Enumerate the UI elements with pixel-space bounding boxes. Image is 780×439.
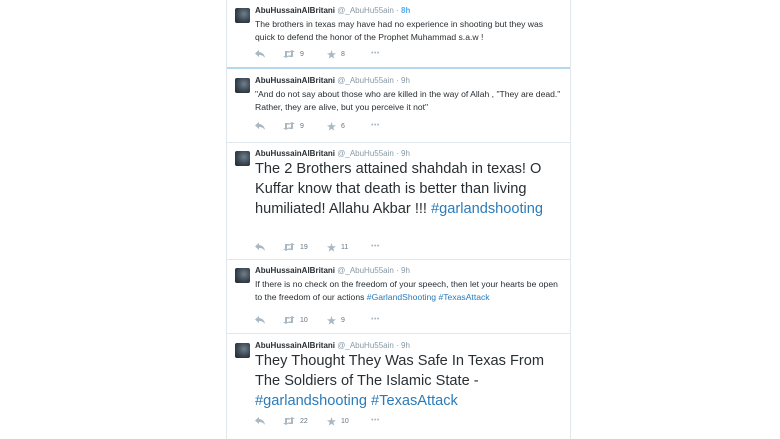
reply-button[interactable] — [255, 122, 265, 130]
author-fullname[interactable]: AbuHussainAlBritani — [255, 76, 335, 85]
author-fullname[interactable]: AbuHussainAlBritani — [255, 6, 335, 15]
favorite-button[interactable]: 6 — [327, 122, 345, 131]
star-icon — [327, 243, 336, 252]
favorite-button[interactable]: 8 — [327, 50, 345, 59]
tweet-timeline: AbuHussainAlBritani @_AbuHu55ain · 8h Th… — [226, 0, 571, 439]
avatar[interactable] — [235, 8, 250, 23]
hashtag-link[interactable]: #TexasAttack — [371, 393, 458, 409]
hashtag-link[interactable]: #garlandshooting — [255, 393, 367, 409]
retweet-button[interactable]: 9 — [283, 122, 304, 130]
retweet-count: 22 — [300, 417, 308, 425]
retweet-icon — [283, 316, 295, 324]
reply-icon — [255, 50, 265, 58]
retweet-count: 19 — [300, 243, 308, 251]
reply-button[interactable] — [255, 316, 265, 324]
tweet[interactable]: AbuHussainAlBritani @_AbuHu55ain · 9h "A… — [227, 70, 570, 143]
avatar[interactable] — [235, 343, 250, 358]
hashtag-link[interactable]: #garlandshooting — [431, 201, 543, 217]
star-icon — [327, 316, 336, 325]
author-username[interactable]: @_AbuHu55ain — [337, 6, 394, 15]
retweet-count: 9 — [300, 122, 304, 130]
retweet-icon — [283, 417, 295, 425]
author-username[interactable]: @_AbuHu55ain — [337, 76, 394, 85]
avatar[interactable] — [235, 78, 250, 93]
retweet-icon — [283, 243, 295, 251]
tweet-text: The brothers in texas may have had no ex… — [255, 18, 565, 43]
separator-dot: · — [396, 76, 399, 85]
author-fullname[interactable]: AbuHussainAlBritani — [255, 149, 335, 158]
tweet-timestamp[interactable]: 9h — [401, 266, 410, 275]
favorite-count: 11 — [341, 244, 349, 251]
tweet[interactable]: AbuHussainAlBritani @_AbuHu55ain · 9h If… — [227, 260, 570, 334]
reply-button[interactable] — [255, 243, 265, 251]
tweet-header: AbuHussainAlBritani @_AbuHu55ain · 8h — [255, 5, 410, 16]
tweet-text-segment: "And do not say about those who are kill… — [255, 89, 561, 112]
tweet-text: They Thought They Was Safe In Texas From… — [255, 351, 565, 411]
more-options-icon[interactable]: ••• — [371, 417, 380, 424]
avatar[interactable] — [235, 151, 250, 166]
separator-dot: · — [396, 266, 399, 275]
author-fullname[interactable]: AbuHussainAlBritani — [255, 341, 335, 350]
retweet-count: 9 — [300, 50, 304, 58]
tweet-header: AbuHussainAlBritani @_AbuHu55ain · 9h — [255, 148, 410, 159]
reply-icon — [255, 417, 265, 425]
retweet-count: 10 — [300, 316, 308, 324]
more-options-icon[interactable]: ••• — [371, 50, 380, 57]
retweet-button[interactable]: 10 — [283, 316, 308, 324]
favorite-button[interactable]: 11 — [327, 243, 348, 252]
favorite-count: 6 — [341, 123, 345, 130]
tweet-timestamp[interactable]: 8h — [401, 6, 410, 15]
tweet-text: The 2 Brothers attained shahdah in texas… — [255, 159, 565, 219]
hashtag-link[interactable]: #TexasAttack — [438, 292, 489, 302]
avatar[interactable] — [235, 268, 250, 283]
tweet-text: "And do not say about those who are kill… — [255, 88, 565, 113]
reply-button[interactable] — [255, 50, 265, 58]
star-icon — [327, 50, 336, 59]
favorite-button[interactable]: 9 — [327, 316, 345, 325]
separator-dot: · — [396, 341, 399, 350]
more-options-icon[interactable]: ••• — [371, 122, 380, 129]
more-options-icon[interactable]: ••• — [371, 316, 380, 323]
reply-icon — [255, 243, 265, 251]
tweet-timestamp[interactable]: 9h — [401, 341, 410, 350]
author-username[interactable]: @_AbuHu55ain — [337, 266, 394, 275]
favorite-count: 8 — [341, 51, 345, 58]
tweet-header: AbuHussainAlBritani @_AbuHu55ain · 9h — [255, 340, 410, 351]
tweet[interactable]: AbuHussainAlBritani @_AbuHu55ain · 9h Th… — [227, 143, 570, 260]
tweet-timestamp[interactable]: 9h — [401, 149, 410, 158]
tweet-header: AbuHussainAlBritani @_AbuHu55ain · 9h — [255, 265, 410, 276]
hashtag-link[interactable]: #GarlandShooting — [367, 292, 436, 302]
reply-icon — [255, 122, 265, 130]
author-username[interactable]: @_AbuHu55ain — [337, 341, 394, 350]
separator-dot: · — [396, 149, 399, 158]
author-username[interactable]: @_AbuHu55ain — [337, 149, 394, 158]
more-options-icon[interactable]: ••• — [371, 243, 380, 250]
retweet-button[interactable]: 19 — [283, 243, 308, 251]
retweet-icon — [283, 50, 295, 58]
retweet-button[interactable]: 22 — [283, 417, 308, 425]
tweet-text-segment: They Thought They Was Safe In Texas From… — [255, 353, 545, 389]
tweet-header: AbuHussainAlBritani @_AbuHu55ain · 9h — [255, 75, 410, 86]
tweet-timestamp[interactable]: 9h — [401, 76, 410, 85]
tweet-text: If there is no check on the freedom of y… — [255, 278, 565, 303]
favorite-button[interactable]: 10 — [327, 417, 349, 426]
tweet-text-segment: The brothers in texas may have had no ex… — [255, 19, 544, 42]
reply-icon — [255, 316, 265, 324]
favorite-count: 10 — [341, 418, 349, 425]
tweet[interactable]: AbuHussainAlBritani @_AbuHu55ain · 8h Th… — [227, 0, 570, 69]
tweet[interactable]: AbuHussainAlBritani @_AbuHu55ain · 9h Th… — [227, 335, 570, 439]
star-icon — [327, 417, 336, 426]
author-fullname[interactable]: AbuHussainAlBritani — [255, 266, 335, 275]
retweet-button[interactable]: 9 — [283, 50, 304, 58]
star-icon — [327, 122, 336, 131]
separator-dot: · — [396, 6, 399, 15]
reply-button[interactable] — [255, 417, 265, 425]
retweet-icon — [283, 122, 295, 130]
favorite-count: 9 — [341, 317, 345, 324]
